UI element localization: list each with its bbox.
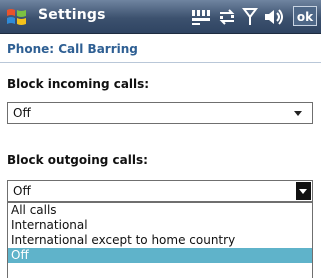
dropdown-button[interactable] bbox=[296, 182, 311, 200]
connectivity-icon[interactable] bbox=[217, 7, 237, 27]
page-title: Phone: Call Barring bbox=[7, 42, 138, 56]
block-outgoing-value: Off bbox=[13, 184, 31, 198]
volume-icon[interactable] bbox=[263, 7, 285, 27]
option-international-except-home[interactable]: International except to home country bbox=[8, 233, 312, 248]
block-outgoing-options: All calls International International ex… bbox=[7, 202, 313, 278]
title-bar: Settings ok bbox=[0, 0, 321, 34]
chevron-down-icon bbox=[299, 189, 307, 194]
block-outgoing-select[interactable]: Off bbox=[7, 180, 313, 202]
chevron-down-icon[interactable] bbox=[294, 111, 302, 116]
option-all-calls[interactable]: All calls bbox=[8, 203, 312, 218]
block-incoming-label: Block incoming calls: bbox=[7, 77, 150, 91]
windows-flag-icon[interactable] bbox=[5, 5, 29, 29]
block-incoming-select[interactable]: Off bbox=[7, 102, 313, 124]
block-outgoing-label: Block outgoing calls: bbox=[7, 153, 148, 167]
divider bbox=[0, 62, 321, 63]
option-off[interactable]: Off bbox=[8, 248, 312, 263]
app-title: Settings bbox=[38, 7, 106, 23]
keyboard-icon[interactable] bbox=[190, 7, 212, 27]
block-incoming-value: Off bbox=[13, 106, 31, 120]
option-international[interactable]: International bbox=[8, 218, 312, 233]
signal-icon[interactable] bbox=[242, 7, 258, 27]
ok-button[interactable]: ok bbox=[293, 6, 317, 26]
